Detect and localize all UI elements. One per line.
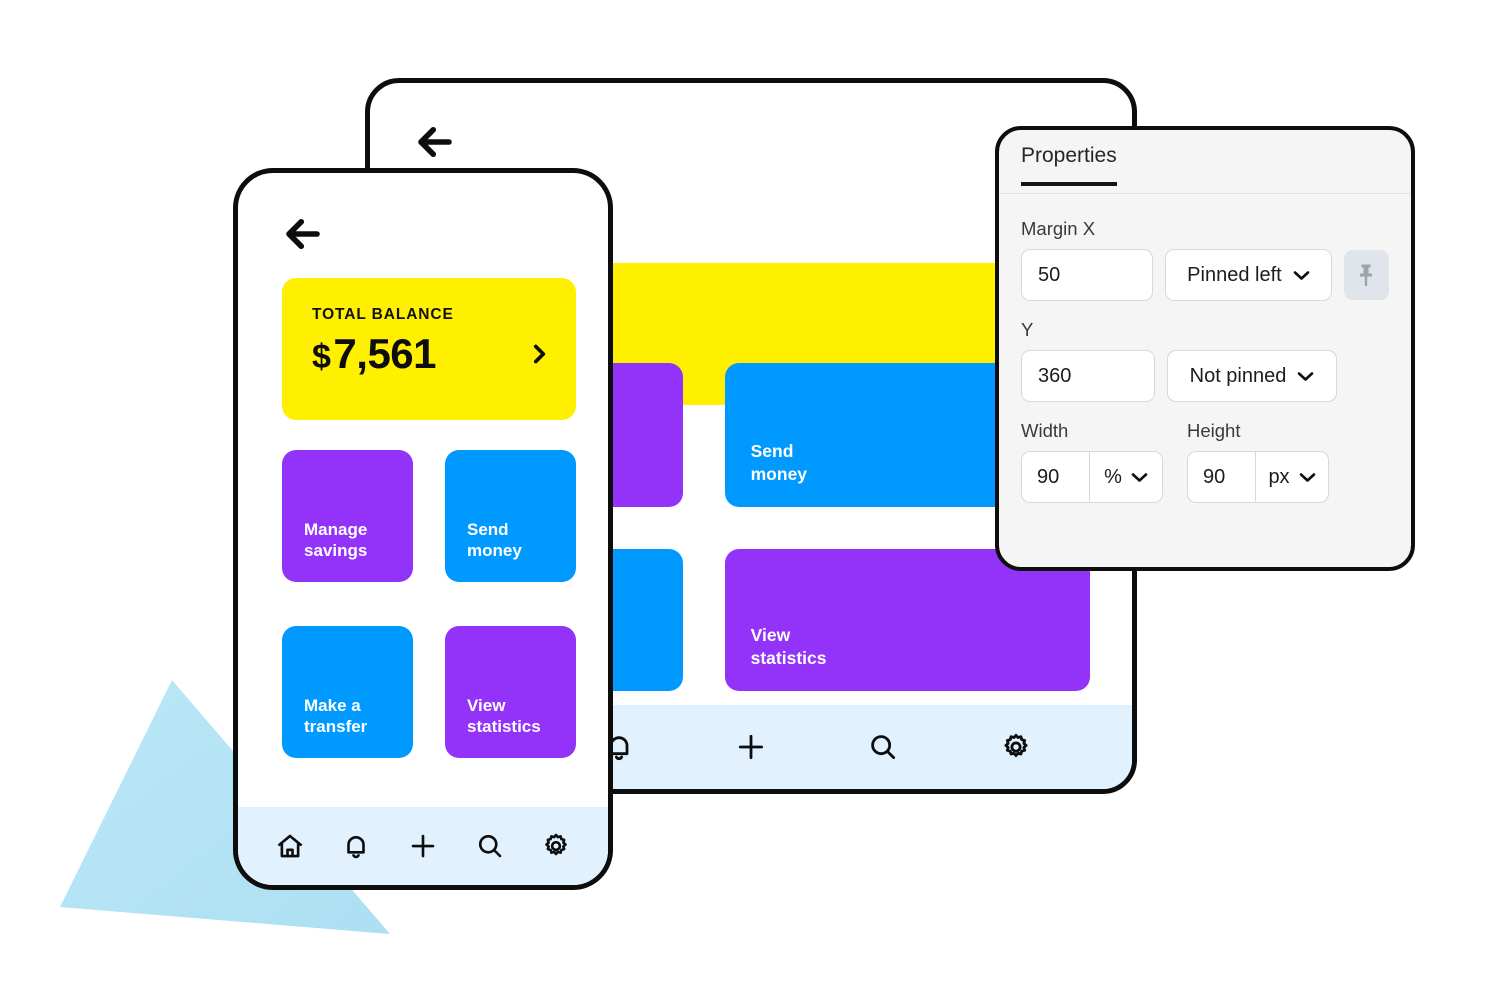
phone-bottom-nav	[238, 807, 608, 885]
phone-card-view-statistics[interactable]: View statistics	[445, 626, 576, 758]
balance-amount: $7,561	[312, 330, 437, 378]
phone-back-button[interactable]	[282, 213, 324, 255]
nav-item-settings[interactable]	[541, 831, 571, 861]
height-unit-value: px	[1268, 465, 1290, 488]
phone-card-send-money[interactable]: Send money	[445, 450, 576, 582]
panel-tabbar: Properties	[999, 130, 1411, 194]
total-balance-card[interactable]: TOTAL BALANCE $7,561	[282, 278, 576, 420]
phone-card-grid: Manage savings Send money Make a transfe…	[282, 450, 576, 758]
width-unit-value: %	[1104, 465, 1122, 488]
properties-panel: Properties Margin X 50 Pinned left Y 360…	[995, 126, 1415, 571]
y-pin-value: Not pinned	[1189, 364, 1287, 387]
margin-x-row: 50 Pinned left	[1021, 249, 1389, 301]
phone-card-manage-savings[interactable]: Manage savings	[282, 450, 413, 582]
mockup-canvas: Send money View statistics TOTAL BALANCE…	[0, 0, 1500, 1000]
nav-item-notifications[interactable]	[341, 831, 371, 861]
y-label: Y	[1021, 319, 1034, 340]
width-group: Width 90 %	[1021, 420, 1163, 503]
panel-body: Margin X 50 Pinned left Y 360 Not pinned…	[999, 194, 1411, 503]
chevron-down-icon	[1293, 270, 1309, 280]
chevron-right-icon	[533, 344, 546, 364]
margin-x-label: Margin X	[1021, 218, 1096, 239]
nav-item-search[interactable]	[475, 831, 505, 861]
balance-label: TOTAL BALANCE	[312, 306, 454, 323]
height-combo: 90 px	[1187, 451, 1329, 503]
balance-value: 7,561	[333, 330, 437, 377]
bell-icon	[347, 836, 366, 859]
gear-icon	[545, 833, 568, 856]
card-label: Make a transfer	[304, 695, 368, 737]
card-label: Send money	[750, 441, 808, 484]
height-unit-select[interactable]: px	[1255, 451, 1329, 503]
card-label: View statistics	[750, 625, 827, 668]
card-label: Send money	[467, 519, 522, 561]
width-input[interactable]: 90	[1021, 451, 1089, 503]
margin-x-input[interactable]: 50	[1021, 249, 1153, 301]
nav-item-settings[interactable]	[1000, 731, 1032, 763]
chevron-down-icon	[1298, 371, 1314, 381]
width-combo: 90 %	[1021, 451, 1163, 503]
height-input[interactable]: 90	[1187, 451, 1255, 503]
balance-card-chevron[interactable]	[526, 341, 552, 367]
width-height-group: Width 90 % Height 90 px	[1021, 420, 1389, 503]
currency-symbol: $	[312, 338, 331, 376]
y-pin-select[interactable]: Not pinned	[1167, 350, 1337, 402]
width-label: Width	[1021, 420, 1069, 441]
y-input[interactable]: 360	[1021, 350, 1155, 402]
margin-x-pin-select[interactable]: Pinned left	[1164, 249, 1332, 301]
nav-item-search[interactable]	[867, 731, 899, 763]
phone-mockup: TOTAL BALANCE $7,561 Manage savings Send…	[233, 168, 613, 890]
tablet-back-button[interactable]	[414, 121, 456, 163]
chevron-down-icon	[1131, 472, 1148, 482]
gear-icon	[1004, 733, 1028, 757]
plus-icon	[738, 734, 764, 760]
tab-properties[interactable]: Properties	[1021, 144, 1117, 186]
pushpin-icon	[1360, 264, 1373, 286]
plus-icon	[411, 834, 435, 858]
height-group: Height 90 px	[1187, 420, 1329, 503]
home-icon	[277, 834, 302, 858]
search-icon	[871, 735, 896, 760]
card-label: Manage savings	[304, 519, 368, 561]
y-row: 360 Not pinned	[1021, 350, 1389, 402]
nav-item-home[interactable]	[275, 831, 305, 861]
nav-item-add[interactable]	[408, 831, 438, 861]
chevron-down-icon	[1299, 472, 1315, 482]
arrow-left-icon	[286, 218, 320, 250]
phone-card-make-a-transfer[interactable]: Make a transfer	[282, 626, 413, 758]
width-unit-select[interactable]: %	[1089, 451, 1163, 503]
search-icon	[478, 834, 501, 858]
card-label: View statistics	[467, 695, 541, 737]
arrow-left-icon	[418, 126, 452, 158]
height-label: Height	[1187, 420, 1241, 441]
margin-x-pin-value: Pinned left	[1187, 263, 1282, 286]
nav-item-add[interactable]	[735, 731, 767, 763]
pin-toggle-button[interactable]	[1343, 250, 1389, 300]
